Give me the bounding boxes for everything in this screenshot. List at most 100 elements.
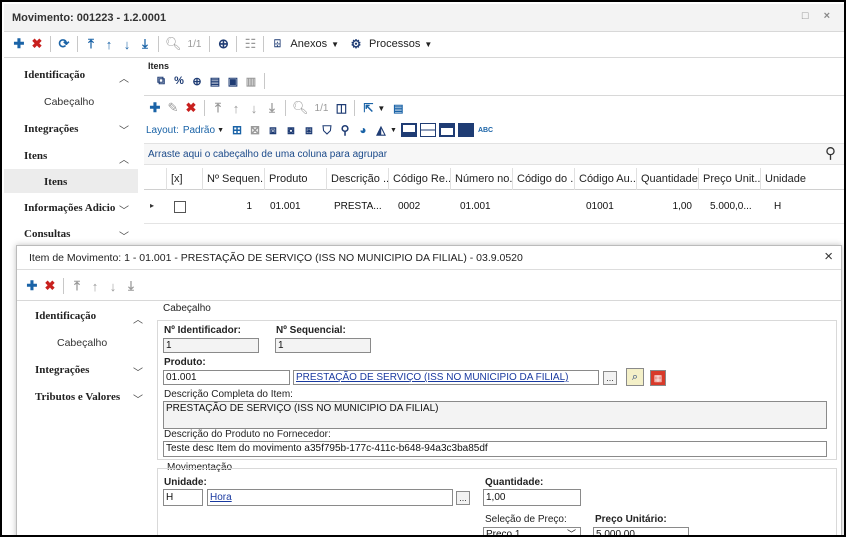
sidebar-item-informacoes[interactable]: Informações Adicio: [24, 202, 115, 214]
first-record-icon[interactable]: ⤒: [209, 98, 227, 118]
produto-desc-link[interactable]: PRESTAÇÃO DE SERVIÇO (ISS NO MUNICIPIO D…: [296, 372, 568, 383]
n-sequencial-field[interactable]: 1: [275, 338, 371, 353]
calculator-icon[interactable]: ▦: [650, 370, 666, 386]
preco-unitario-field[interactable]: 5.000,00: [593, 527, 689, 535]
group-panel[interactable]: Arraste aqui o cabeçalho de uma coluna p…: [144, 143, 844, 165]
percent-icon[interactable]: %: [170, 71, 188, 91]
dialog-sidebar-integracoes[interactable]: Integrações: [35, 364, 89, 376]
zoom-product-icon[interactable]: ⌕: [626, 368, 644, 386]
chevron-down-icon[interactable]: ﹀: [119, 228, 129, 243]
produto-lookup-button[interactable]: ...: [603, 371, 617, 385]
report-icon[interactable]: ▤: [389, 98, 407, 118]
column-header[interactable]: Código Re...: [388, 168, 450, 190]
spellcheck-icon[interactable]: ABC: [478, 127, 493, 134]
chevron-up-icon[interactable]: ︿: [119, 70, 129, 85]
chevron-down-icon[interactable]: ﹀: [567, 528, 576, 535]
previous-record-icon[interactable]: ↑: [86, 276, 104, 296]
layout-icon-2[interactable]: ⧇: [282, 120, 300, 140]
next-record-icon[interactable]: ↓: [118, 34, 136, 54]
previous-record-icon[interactable]: ↑: [227, 98, 245, 118]
unidade-lookup-button[interactable]: ...: [456, 491, 470, 505]
next-record-icon[interactable]: ↓: [245, 98, 263, 118]
view-mode-icon-3[interactable]: [438, 123, 455, 137]
anexos-menu[interactable]: Anexos: [290, 38, 327, 50]
export-icon[interactable]: ⇱: [359, 98, 377, 118]
chevron-down-icon[interactable]: ▼: [390, 127, 397, 134]
next-record-icon[interactable]: ↓: [104, 276, 122, 296]
chevron-up-icon[interactable]: ︿: [119, 151, 129, 166]
sidebar-item-consultas[interactable]: Consultas: [24, 228, 70, 240]
filter-search-icon[interactable]: ⊕: [214, 34, 232, 54]
first-record-icon[interactable]: ⤒: [68, 276, 86, 296]
column-header[interactable]: Produto: [264, 168, 326, 190]
chevron-down-icon[interactable]: ﹀: [133, 391, 143, 406]
column-header[interactable]: Código do ...: [512, 168, 574, 190]
add-icon[interactable]: ✚: [10, 34, 28, 54]
last-record-icon[interactable]: ⤓: [122, 276, 140, 296]
chevron-down-icon[interactable]: ﹀: [119, 122, 129, 137]
n-identificador-field[interactable]: 1: [163, 338, 259, 353]
collapse-icon[interactable]: ⊠: [246, 120, 264, 140]
previous-record-icon[interactable]: ↑: [100, 34, 118, 54]
document-icon[interactable]: ▤: [206, 71, 224, 91]
column-header[interactable]: Código Au...: [574, 168, 636, 190]
layout-icon-3[interactable]: ⧆: [300, 120, 318, 140]
desc-completa-field[interactable]: PRESTAÇÃO DE SERVIÇO (ISS NO MUNICIPIO D…: [163, 401, 827, 429]
column-header[interactable]: Unidade: [760, 168, 822, 190]
sidebar-item-integracoes[interactable]: Integrações: [24, 123, 78, 135]
delete-icon[interactable]: ✖: [41, 276, 59, 296]
column-header[interactable]: [x]: [166, 168, 202, 190]
sidebar-item-cabecalho[interactable]: Cabeçalho: [44, 96, 94, 108]
add-item-icon[interactable]: ✚: [146, 98, 164, 118]
delete-item-icon[interactable]: ✖: [182, 98, 200, 118]
sidebar-item-identificacao[interactable]: Identificação: [24, 69, 85, 81]
search-icon[interactable]: 🔍︎: [163, 34, 184, 54]
chevron-down-icon[interactable]: ▼: [217, 127, 224, 134]
chevron-down-icon[interactable]: ﹀: [119, 202, 129, 217]
copy-icon[interactable]: ⧉: [152, 71, 170, 91]
chevron-down-icon[interactable]: ▼: [377, 104, 385, 113]
unidade-desc-link[interactable]: Hora: [210, 492, 232, 503]
chevron-down-icon[interactable]: ▼: [424, 40, 432, 49]
chart-icon[interactable]: ◭: [372, 120, 390, 140]
barcode-icon[interactable]: ▥: [242, 71, 260, 91]
sidebar-item-itens[interactable]: Itens: [24, 150, 47, 162]
properties-icon[interactable]: ☷: [241, 34, 259, 54]
column-header[interactable]: Preço Unit...: [698, 168, 760, 190]
view-mode-icon-2[interactable]: [419, 123, 436, 137]
first-record-icon[interactable]: ⤒: [82, 34, 100, 54]
dialog-sidebar-identificacao[interactable]: Identificação: [35, 310, 96, 322]
pin-icon[interactable]: ⚲: [336, 120, 354, 140]
search-icon[interactable]: 🔍︎: [290, 98, 311, 118]
delete-icon[interactable]: ✖: [28, 34, 46, 54]
edit-icon[interactable]: ✎: [164, 98, 182, 118]
view-mode-icon-1[interactable]: [400, 123, 417, 137]
color-icon[interactable]: ◕: [354, 120, 372, 140]
last-record-icon[interactable]: ⤓: [136, 34, 154, 54]
column-header[interactable]: Quantidade: [636, 168, 698, 190]
row-checkbox[interactable]: [174, 201, 186, 213]
refresh-icon[interactable]: ⟳: [55, 34, 73, 54]
produto-desc-field[interactable]: PRESTAÇÃO DE SERVIÇO (ISS NO MUNICIPIO D…: [293, 370, 599, 385]
selecao-preco-select[interactable]: Preço 1 ﹀: [483, 527, 581, 535]
unidade-code-field[interactable]: H: [163, 489, 203, 506]
dialog-sidebar-tributos[interactable]: Tributos e Valores: [35, 391, 120, 403]
column-header[interactable]: Nº Sequen...: [202, 168, 264, 190]
attachment-icon[interactable]: ⌹: [268, 34, 286, 54]
chevron-down-icon[interactable]: ﹀: [133, 364, 143, 379]
desc-fornecedor-field[interactable]: Teste desc Item do movimento a35f795b-17…: [163, 441, 827, 457]
add-icon[interactable]: ✚: [23, 276, 41, 296]
column-header[interactable]: Descrição ...: [326, 168, 388, 190]
column-header[interactable]: Número no...: [450, 168, 512, 190]
dialog-sidebar-cabecalho[interactable]: Cabeçalho: [57, 337, 107, 349]
layout-icon-1[interactable]: ⧈: [264, 120, 282, 140]
expand-icon[interactable]: ⊞: [228, 120, 246, 140]
columns-icon[interactable]: ◫: [332, 98, 350, 118]
gear-icon[interactable]: ⚙: [347, 34, 365, 54]
layout-dropdown[interactable]: Padrão: [183, 125, 215, 136]
close-icon[interactable]: ×: [824, 248, 833, 265]
table-icon[interactable]: ▣: [224, 71, 242, 91]
chevron-up-icon[interactable]: ︿: [133, 311, 143, 326]
sidebar-item-itens-sub[interactable]: Itens: [44, 176, 67, 188]
zoom-icon[interactable]: ⊕: [188, 71, 206, 91]
